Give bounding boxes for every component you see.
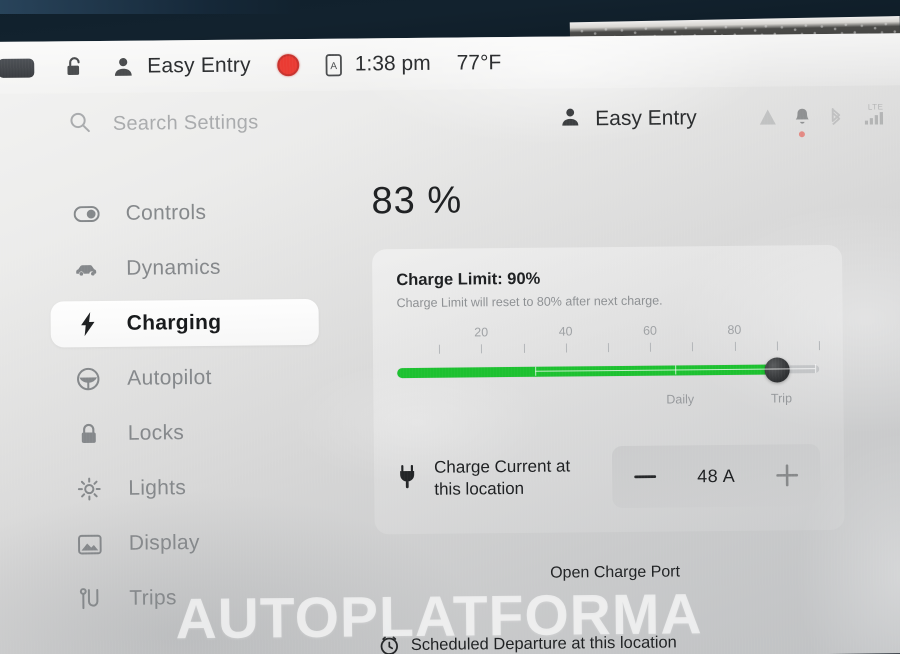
toggle-switch-icon (73, 206, 100, 223)
slider-tick-label: 20 (474, 325, 489, 340)
open-charge-port-button[interactable]: Open Charge Port (550, 563, 680, 581)
sidebar-item-label: Controls (125, 200, 207, 225)
notification-dot (798, 130, 805, 137)
bell-notification-icon[interactable] (785, 107, 819, 137)
slider-mode-label: Daily (666, 392, 695, 407)
sidebar-item-label: Lights (128, 476, 187, 500)
sidebar-item-label: Dynamics (126, 255, 221, 280)
search-placeholder: Search Settings (112, 110, 259, 135)
header-profile-button[interactable]: Easy Entry (560, 105, 697, 132)
charge-current-stepper: 48 A (611, 444, 821, 509)
status-temperature[interactable]: 77°F (457, 51, 502, 75)
charge-current-value: 48 A (697, 465, 736, 486)
display-image-icon (77, 533, 103, 554)
alarm-clock-icon (380, 636, 399, 654)
sidebar-item-locks[interactable]: Locks (52, 409, 320, 458)
charge-current-increase-button[interactable] (774, 462, 800, 488)
steering-wheel-icon (75, 367, 101, 391)
settings-sidebar: Controls Dynamics Charging Autopilot Loc… (49, 189, 321, 632)
charge-limit-card: Charge Limit: 90% Charge Limit will rese… (372, 244, 845, 535)
car-status-icon[interactable] (751, 107, 785, 127)
bluetooth-icon[interactable] (819, 106, 853, 128)
scheduled-departure-row[interactable]: Scheduled Departure at this location (376, 632, 856, 654)
charge-limit-note: Charge Limit will reset to 80% after nex… (396, 293, 663, 311)
slider-thumb[interactable] (764, 357, 790, 383)
sidebar-item-lights[interactable]: Lights (52, 464, 320, 513)
scheduled-departure-label: Scheduled Departure at this location (410, 633, 677, 654)
charging-pane: 83 % Charge Limit: 90% Charge Limit will… (371, 176, 854, 535)
person-icon (560, 106, 581, 132)
tesla-touchscreen: Easy Entry A 1:38 pm 77°F Search Setting… (0, 33, 900, 654)
phone-key-icon[interactable]: A (325, 53, 342, 76)
svg-text:A: A (330, 61, 337, 72)
car-quick-control-icon[interactable] (0, 58, 35, 78)
sidebar-item-label: Locks (127, 421, 185, 445)
charge-current-row: Charge Current at this location 48 A (398, 444, 821, 510)
sidebar-item-dynamics[interactable]: Dynamics (50, 244, 318, 293)
charging-bottom-actions: Open Charge Port Scheduled Departure at … (375, 562, 856, 654)
network-status: LTE (864, 102, 887, 129)
status-profile-label[interactable]: Easy Entry (147, 54, 251, 79)
sidebar-item-label: Trips (129, 586, 177, 610)
sidebar-item-controls[interactable]: Controls (49, 189, 317, 238)
charge-limit-title: Charge Limit: 90% (396, 269, 541, 290)
person-icon[interactable] (112, 56, 134, 78)
slider-ticks (397, 339, 820, 356)
slider-mode-labels: Daily Trip (397, 391, 819, 413)
lightning-bolt-icon (75, 312, 101, 337)
charge-current-label-line2: this location (434, 478, 525, 499)
sidebar-item-autopilot[interactable]: Autopilot (51, 354, 319, 403)
dashcam-record-icon[interactable] (276, 54, 299, 77)
charge-current-decrease-button[interactable] (632, 464, 658, 490)
charge-limit-slider[interactable]: 20 40 60 80 Daily Trip (397, 322, 820, 430)
padlock-icon (76, 422, 102, 446)
slider-mode-label: Trip (770, 391, 793, 406)
battery-state-of-charge: 83 % (371, 179, 463, 223)
signal-bars-icon (864, 111, 887, 129)
car-side-icon (74, 262, 100, 276)
charge-current-label: Charge Current at this location (434, 455, 570, 500)
search-icon (69, 111, 91, 138)
sidebar-item-label: Charging (126, 310, 222, 335)
route-trips-icon (77, 588, 103, 610)
charge-plug-icon (398, 464, 416, 493)
sidebar-item-charging[interactable]: Charging (50, 298, 319, 348)
brightness-sun-icon (76, 477, 102, 501)
settings-header-row: Search Settings Easy Entry LTE (0, 85, 900, 156)
sidebar-item-label: Display (128, 531, 200, 555)
sidebar-item-display[interactable]: Display (53, 519, 321, 568)
unlocked-padlock-icon[interactable] (64, 55, 86, 79)
sidebar-item-trips[interactable]: Trips (53, 574, 321, 623)
slider-tick-label: 80 (727, 322, 742, 337)
status-clock: 1:38 pm (354, 51, 431, 76)
charge-current-label-line1: Charge Current at (434, 456, 571, 477)
photo-of-vehicle-touchscreen: Easy Entry A 1:38 pm 77°F Search Setting… (0, 0, 900, 654)
sidebar-item-label: Autopilot (127, 365, 212, 390)
network-label: LTE (867, 102, 884, 112)
status-bar: Easy Entry A 1:38 pm 77°F (0, 33, 900, 94)
search-input[interactable]: Search Settings (0, 109, 259, 139)
header-profile-label: Easy Entry (595, 106, 697, 131)
slider-tick-label: 40 (558, 324, 573, 339)
slider-tick-label: 60 (642, 323, 658, 338)
